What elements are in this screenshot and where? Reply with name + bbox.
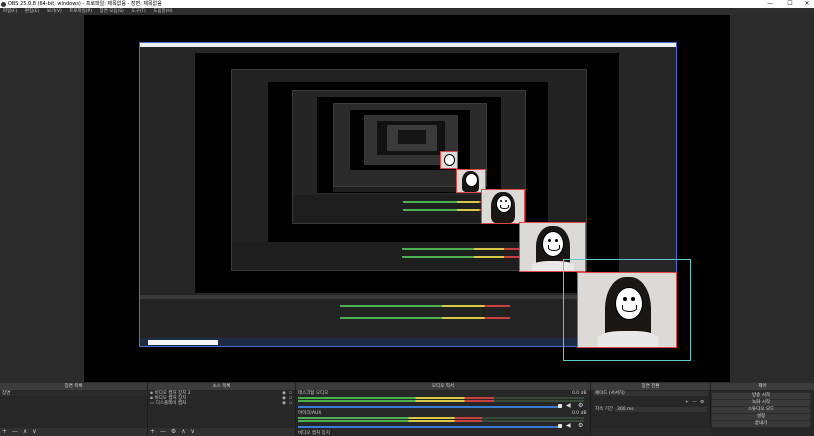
smile-curve xyxy=(622,305,637,312)
monitor-icon: ▭ xyxy=(150,401,155,406)
nested-meter xyxy=(402,248,522,250)
smile-curve xyxy=(500,205,509,209)
move-source-down-button[interactable]: ∨ xyxy=(191,428,195,435)
source-item-label: 디스플레이 캡처 xyxy=(155,401,187,406)
transitions-dock: 페이드 (서서히) + — ⚙ 지속 기간 300 ms xyxy=(591,390,711,428)
smiley-face-icon xyxy=(444,154,455,166)
lock-icon[interactable]: ▫ xyxy=(289,401,292,406)
sources-dock: ▪ 비디오 캡처 장치 2 ◉ ▫ ▪ 비디오 캡처 장치 ◉ ▫ ▭ 디스플레… xyxy=(148,390,296,428)
source-item[interactable]: ▭ 디스플레이 캡처 ◉ ▫ xyxy=(148,401,295,406)
sources-dock-footer: + — ⚙ ∧ ∨ xyxy=(148,428,296,436)
smiley-face-icon xyxy=(465,173,478,187)
volume-slider[interactable] xyxy=(298,406,560,408)
volume-slider-handle[interactable] xyxy=(558,424,562,428)
eye-dot xyxy=(500,200,502,202)
audio-level-meter xyxy=(298,417,482,419)
scenes-dock: 장면 xyxy=(0,390,149,428)
move-scene-down-button[interactable]: ∨ xyxy=(32,428,36,435)
nested-preview-4 xyxy=(377,121,445,155)
eye-dot xyxy=(631,297,635,301)
menu-profile[interactable]: 프로파일(P) xyxy=(69,9,92,14)
audio-level-meter xyxy=(298,420,482,422)
webcam-source-nested-2 xyxy=(481,189,525,224)
gear-icon[interactable]: ⚙ xyxy=(578,422,583,429)
transition-controls: + — ⚙ xyxy=(685,400,709,405)
transition-type-select[interactable]: 페이드 (서서히) xyxy=(593,391,708,396)
nested-meter xyxy=(402,256,522,258)
speaker-icon[interactable]: ◀ xyxy=(566,422,571,429)
close-button[interactable]: ✕ xyxy=(800,0,814,8)
webcam-source-nested-4 xyxy=(440,151,458,169)
eye-dot xyxy=(548,239,551,242)
obs-app-icon xyxy=(1,1,6,7)
speaker-icon[interactable]: ◀ xyxy=(566,402,571,409)
audio-level-meter-bg xyxy=(482,417,584,419)
eye-dot xyxy=(555,239,558,242)
preview-canvas[interactable] xyxy=(84,15,730,382)
transitions-dock-header: 장면 전환 xyxy=(591,383,711,390)
menu-view[interactable]: 보기(V) xyxy=(47,9,62,14)
exit-button[interactable]: 끝내기 xyxy=(711,420,811,428)
move-source-up-button[interactable]: ∧ xyxy=(181,428,185,435)
minimize-button[interactable]: — xyxy=(763,0,777,8)
window-title: OBS 25.0.8 (64-bit, windows) - 프로파일: 제목없… xyxy=(8,1,162,7)
nested-meter xyxy=(403,201,493,203)
scene-item[interactable]: 장면 xyxy=(0,391,149,396)
scenes-dock-header: 장면 목록 xyxy=(0,383,148,390)
captured-taskbar-search xyxy=(148,339,218,345)
menu-bar: 파일(F) 편집(E) 보기(V) 프로파일(P) 장면 모음(S) 도구(T)… xyxy=(0,8,814,15)
smiley-face-icon xyxy=(542,231,564,257)
mixer-channel-db: 0.0 dB xyxy=(572,391,587,396)
smiley-face-icon xyxy=(496,195,512,213)
nested-preview-5 xyxy=(398,130,426,144)
eye-dot xyxy=(505,200,507,202)
remove-transition-button[interactable]: — xyxy=(692,400,697,405)
transition-gear-icon[interactable]: ⚙ xyxy=(700,400,704,405)
mixer-dock: 데스크탑 오디오 0.0 dB ◀ ⚙ 마이크/AUX 0.0 dB ◀ ⚙ 비… xyxy=(296,390,591,436)
audio-level-meter xyxy=(298,400,494,402)
shoulders-shape xyxy=(598,331,658,347)
menu-help[interactable]: 도움말(H) xyxy=(153,9,172,14)
sources-dock-header: 소스 목록 xyxy=(148,383,296,390)
nested-meter xyxy=(403,209,493,211)
mixer-dock-header: 오디오 믹서 xyxy=(296,383,591,390)
captured-meter xyxy=(340,317,510,319)
duration-label: 지속 기간 xyxy=(595,407,613,412)
eye-visibility-icon[interactable]: ◉ xyxy=(282,401,286,406)
audio-level-meter-bg xyxy=(494,397,584,399)
scenes-dock-footer: + — ∧ ∨ xyxy=(0,428,148,436)
smile-curve xyxy=(548,245,560,251)
menu-file[interactable]: 파일(F) xyxy=(3,9,17,14)
add-source-button[interactable]: + xyxy=(150,428,155,435)
volume-slider-handle[interactable] xyxy=(558,404,562,408)
remove-source-button[interactable]: — xyxy=(160,428,166,435)
add-scene-button[interactable]: + xyxy=(2,428,7,435)
audio-level-meter xyxy=(298,397,494,399)
smiley-face-icon xyxy=(615,287,643,320)
mixer-channel-name: 마이크/AUX xyxy=(298,411,322,416)
gear-icon[interactable]: ⚙ xyxy=(578,402,583,409)
controls-dock-header: 제어 xyxy=(711,383,814,390)
remove-scene-button[interactable]: — xyxy=(12,428,18,435)
mixer-channel-name: 데스크탑 오디오 xyxy=(298,391,329,396)
mixer-channel-db: 0.0 dB xyxy=(572,411,587,416)
captured-title-strip xyxy=(140,43,676,47)
title-bar: OBS 25.0.8 (64-bit, windows) - 프로파일: 제목없… xyxy=(0,0,814,8)
eye-dot xyxy=(623,297,627,301)
source-properties-gear-icon[interactable]: ⚙ xyxy=(171,428,176,435)
duration-input[interactable]: 300 ms xyxy=(615,407,707,412)
webcam-source-main[interactable] xyxy=(577,272,677,348)
mixer-channel-name: 비디오 캡처 장치 xyxy=(298,431,330,436)
captured-meter xyxy=(340,305,510,307)
add-transition-button[interactable]: + xyxy=(685,400,689,405)
move-scene-up-button[interactable]: ∧ xyxy=(23,428,27,435)
menu-edit[interactable]: 편집(E) xyxy=(25,9,40,14)
menu-scene-collection[interactable]: 장면 모음(S) xyxy=(99,9,123,14)
menu-tools[interactable]: 도구(T) xyxy=(131,9,146,14)
maximize-button[interactable]: ☐ xyxy=(783,0,797,8)
nested-capture-5 xyxy=(387,125,437,151)
volume-slider[interactable] xyxy=(298,426,560,428)
